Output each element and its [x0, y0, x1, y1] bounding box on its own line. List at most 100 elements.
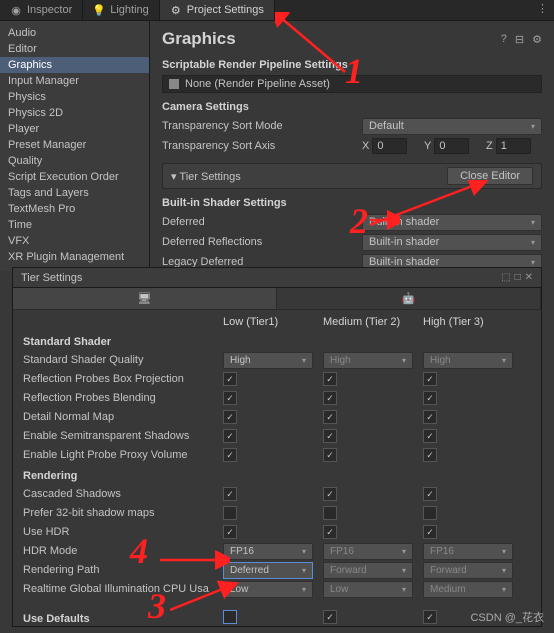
lock-icon[interactable]: ⬚ [501, 272, 510, 283]
elppv-med[interactable]: ✓ [323, 448, 337, 462]
help-icon[interactable]: ? [501, 33, 507, 46]
dnm-high[interactable]: ✓ [423, 410, 437, 424]
ud-high[interactable]: ✓ [423, 610, 437, 624]
platform-tab-desktop[interactable]: 🖥 [13, 288, 277, 309]
p32-label: Prefer 32-bit shadow maps [23, 507, 223, 519]
sidebar-item-tags-layers[interactable]: Tags and Layers [0, 185, 149, 201]
gear-icon: ⚙ [170, 4, 182, 16]
axis-x-input[interactable]: 0 [372, 138, 407, 154]
tier-panel-title: Tier Settings [21, 272, 82, 284]
ssq-high[interactable]: High [423, 352, 513, 369]
graphics-panel: Graphics ? ⊟ ⚙ Scriptable Render Pipelin… [150, 21, 554, 271]
sidebar-item-preset-manager[interactable]: Preset Manager [0, 137, 149, 153]
hdrm-high[interactable]: FP16 [423, 543, 513, 560]
srp-section-label: Scriptable Render Pipeline Settings [162, 59, 542, 71]
tab-bar: ◉Inspector 💡Lighting ⚙Project Settings ⋮ [0, 0, 554, 21]
hdr-low[interactable]: ✓ [223, 525, 237, 539]
cs-label: Cascaded Shadows [23, 488, 223, 500]
sidebar-item-time[interactable]: Time [0, 217, 149, 233]
rpb-high[interactable]: ✓ [423, 391, 437, 405]
sidebar-item-player[interactable]: Player [0, 121, 149, 137]
tab-lighting[interactable]: 💡Lighting [83, 0, 160, 20]
hdr-med[interactable]: ✓ [323, 525, 337, 539]
maximize-icon[interactable]: □ [515, 272, 521, 283]
preset-icon[interactable]: ⊟ [515, 33, 524, 46]
cs-high[interactable]: ✓ [423, 487, 437, 501]
sidebar-item-script-execution-order[interactable]: Script Execution Order [0, 169, 149, 185]
srp-asset-field[interactable]: None (Render Pipeline Asset) [162, 75, 542, 93]
kebab-icon[interactable]: ⋮ [537, 2, 548, 15]
sidebar-item-vfx[interactable]: VFX [0, 233, 149, 249]
sidebar-item-xr-plugin[interactable]: XR Plugin Management [0, 249, 149, 265]
rgi-high[interactable]: Medium [423, 581, 513, 598]
hdr-label: Use HDR [23, 526, 223, 538]
hdrm-med[interactable]: FP16 [323, 543, 413, 560]
deferred-reflections-dropdown[interactable]: Built-in shader [362, 234, 542, 251]
tsm-dropdown[interactable]: Default [362, 118, 542, 135]
ssq-label: Standard Shader Quality [23, 354, 223, 366]
lightbulb-icon: 💡 [93, 4, 105, 16]
dnm-low[interactable]: ✓ [223, 410, 237, 424]
tsa-label: Transparency Sort Axis [162, 140, 362, 152]
camera-settings-label: Camera Settings [162, 101, 542, 113]
axis-y-label: Y [424, 140, 431, 152]
cs-med[interactable]: ✓ [323, 487, 337, 501]
sidebar-item-audio[interactable]: Audio [0, 25, 149, 41]
rpb-low[interactable]: ✓ [223, 391, 237, 405]
rpbp-label: Reflection Probes Box Projection [23, 373, 223, 385]
android-icon: 🤖 [402, 292, 416, 305]
ud-med[interactable]: ✓ [323, 610, 337, 624]
ess-low[interactable]: ✓ [223, 429, 237, 443]
axis-z-input[interactable]: 1 [496, 138, 531, 154]
tsm-label: Transparency Sort Mode [162, 120, 362, 132]
dnm-label: Detail Normal Map [23, 411, 223, 423]
close-editor-button[interactable]: Close Editor [447, 167, 533, 185]
use-defaults-label: Use Defaults [23, 613, 223, 625]
p32-low[interactable] [223, 506, 237, 520]
ess-med[interactable]: ✓ [323, 429, 337, 443]
tab-inspector[interactable]: ◉Inspector [0, 0, 83, 20]
rpb-med[interactable]: ✓ [323, 391, 337, 405]
hdrm-low[interactable]: FP16 [223, 543, 313, 560]
axis-y-input[interactable]: 0 [434, 138, 469, 154]
sidebar-item-input-manager[interactable]: Input Manager [0, 73, 149, 89]
elppv-low[interactable]: ✓ [223, 448, 237, 462]
sidebar-item-editor[interactable]: Editor [0, 41, 149, 57]
p32-med[interactable] [323, 506, 337, 520]
ud-low[interactable] [223, 610, 237, 624]
tier-settings-foldout[interactable]: ▾ Tier Settings Close Editor [162, 163, 542, 189]
rp-low[interactable]: Deferred [223, 562, 313, 579]
rp-med[interactable]: Forward [323, 562, 413, 579]
dnm-med[interactable]: ✓ [323, 410, 337, 424]
cs-low[interactable]: ✓ [223, 487, 237, 501]
gear-icon[interactable]: ⚙ [532, 33, 542, 46]
rgi-med[interactable]: Low [323, 581, 413, 598]
col-medium: Medium (Tier 2) [323, 316, 423, 328]
sidebar-item-textmesh-pro[interactable]: TextMesh Pro [0, 201, 149, 217]
hdrm-label: HDR Mode [23, 545, 223, 557]
ssq-med[interactable]: High [323, 352, 413, 369]
tab-project-settings[interactable]: ⚙Project Settings [160, 0, 275, 20]
sidebar-item-quality[interactable]: Quality [0, 153, 149, 169]
rpb-label: Reflection Probes Blending [23, 392, 223, 404]
ssq-low[interactable]: High [223, 352, 313, 369]
rpbp-med[interactable]: ✓ [323, 372, 337, 386]
rpbp-high[interactable]: ✓ [423, 372, 437, 386]
sidebar-item-physics-2d[interactable]: Physics 2D [0, 105, 149, 121]
srp-value: None (Render Pipeline Asset) [185, 78, 330, 90]
rpbp-low[interactable]: ✓ [223, 372, 237, 386]
close-icon[interactable]: ✕ [525, 272, 533, 283]
deferred-dropdown[interactable]: Built-in shader [362, 214, 542, 231]
hdr-high[interactable]: ✓ [423, 525, 437, 539]
sidebar-item-graphics[interactable]: Graphics [0, 57, 149, 73]
platform-tab-android[interactable]: 🤖 [277, 288, 541, 309]
ess-label: Enable Semitransparent Shadows [23, 430, 223, 442]
settings-sidebar: Audio Editor Graphics Input Manager Phys… [0, 21, 150, 271]
p32-high[interactable] [423, 506, 437, 520]
sidebar-item-physics[interactable]: Physics [0, 89, 149, 105]
ess-high[interactable]: ✓ [423, 429, 437, 443]
elppv-high[interactable]: ✓ [423, 448, 437, 462]
rp-high[interactable]: Forward [423, 562, 513, 579]
rgi-low[interactable]: Low [223, 581, 313, 598]
deferred-reflections-label: Deferred Reflections [162, 236, 362, 248]
